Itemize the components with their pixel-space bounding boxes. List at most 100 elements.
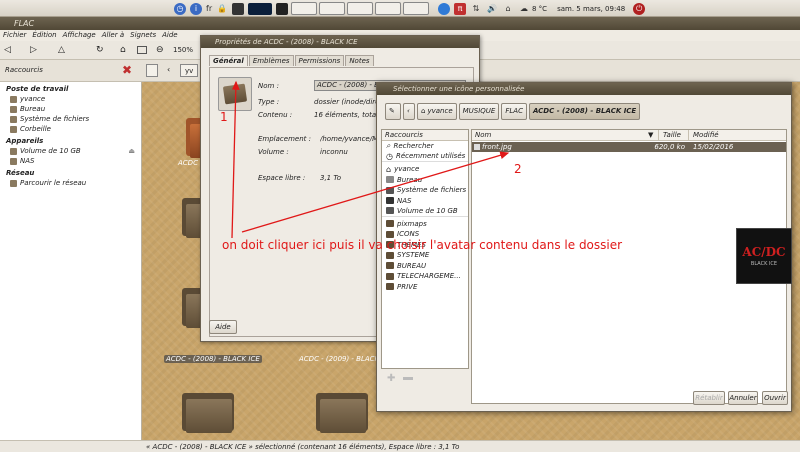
back-icon[interactable]: ◁ <box>4 45 11 55</box>
icon-chooser-titlebar[interactable]: Sélectionner une icône personnalisée <box>377 83 791 95</box>
task-button[interactable] <box>403 2 429 15</box>
folder-icon-button[interactable] <box>218 77 252 111</box>
sidebar-item-bureau[interactable]: Bureau <box>0 104 141 114</box>
sidebar-item-network[interactable]: Parcourir le réseau <box>0 178 141 188</box>
edit-location-icon[interactable] <box>146 64 158 77</box>
power-icon[interactable]: ⏻ <box>633 2 646 15</box>
home-icon: ⌂ <box>421 107 426 115</box>
desktop-icon <box>386 176 394 184</box>
place-nas[interactable]: NAS <box>382 196 468 207</box>
path-button-current[interactable]: ACDC - (2008) - BLACK ICE <box>528 103 641 120</box>
drive-icon <box>386 186 394 194</box>
computer-icon[interactable] <box>137 46 147 54</box>
menu-fichier[interactable]: Fichier <box>3 30 26 41</box>
home-icon[interactable]: ⌂ <box>120 45 126 55</box>
clock-text[interactable]: sam. 5 mars, 09:48 <box>557 5 625 13</box>
browser-icon[interactable] <box>438 2 450 15</box>
volume-icon[interactable]: 🔊 <box>486 3 498 15</box>
folder-icon[interactable] <box>312 387 372 433</box>
drive-icon <box>386 207 394 215</box>
tab-emblems[interactable]: Emblèmes <box>248 55 294 66</box>
task-button[interactable] <box>375 2 401 15</box>
scroll-left-icon[interactable]: ‹ <box>167 65 170 74</box>
file-modified: 15/02/2016 <box>693 143 734 151</box>
home-icon <box>10 95 17 103</box>
location-crumb[interactable]: yv <box>180 64 199 77</box>
forward-icon[interactable]: ▷ <box>30 45 37 55</box>
column-modified[interactable]: Modifié <box>688 130 719 140</box>
clock-icon: ◷ <box>386 151 393 161</box>
place-bookmark[interactable]: TELECHARGEME... <box>382 271 468 282</box>
path-button-musique[interactable]: MUSIQUE <box>458 103 500 120</box>
reset-button: Rétablir <box>693 391 725 405</box>
task-button[interactable] <box>291 2 317 15</box>
close-sidebar-icon[interactable]: ✖ <box>122 63 132 77</box>
place-recent[interactable]: ◷ Récemment utilisés <box>382 151 468 162</box>
folder-label-selected[interactable]: ACDC - (2008) - BLACK ICE <box>164 355 262 363</box>
sidebar-places: Poste de travail yvance Bureau Système d… <box>0 82 142 440</box>
sort-indicator-icon: ▼ <box>648 131 654 139</box>
tab-permissions[interactable]: Permissions <box>294 55 345 66</box>
monitor-icon[interactable] <box>232 2 245 15</box>
up-icon[interactable]: △ <box>58 45 65 55</box>
place-search[interactable]: ⌕ Rechercher <box>382 141 468 152</box>
home-icon: ⌂ <box>386 164 392 174</box>
task-button[interactable] <box>347 2 373 15</box>
sidebar-selector[interactable]: Raccourcis <box>5 66 43 74</box>
place-home[interactable]: ⌂ yvance <box>382 164 468 175</box>
image-file-icon <box>474 144 480 150</box>
open-button[interactable]: Ouvrir <box>762 391 788 405</box>
info-icon[interactable]: i <box>190 2 202 15</box>
help-button[interactable]: Aide <box>209 320 237 334</box>
sidebar-item-nas[interactable]: NAS <box>0 156 141 166</box>
place-desktop[interactable]: Bureau <box>382 175 468 186</box>
path-button-yvance[interactable]: ⌂ yvance <box>417 103 457 120</box>
zoom-out-icon[interactable]: ⊖ <box>156 45 164 55</box>
tab-general[interactable]: Général <box>209 55 248 66</box>
terminal-icon[interactable] <box>276 2 289 15</box>
place-bookmark[interactable]: PRIVE <box>382 282 468 293</box>
place-bookmark[interactable]: BUREAU <box>382 261 468 272</box>
drive-icon <box>10 157 17 165</box>
app-icon[interactable]: π <box>454 2 466 15</box>
menu-aller[interactable]: Aller à <box>102 30 124 41</box>
menu-aide[interactable]: Aide <box>162 30 177 41</box>
sidebar-item-filesystem[interactable]: Système de fichiers <box>0 114 141 124</box>
tab-notes[interactable]: Notes <box>345 55 374 66</box>
place-bookmark[interactable]: pixmaps <box>382 219 468 230</box>
keyboard-layout[interactable]: fr <box>206 3 212 15</box>
edit-path-icon[interactable]: ✎ <box>385 103 401 120</box>
sidebar-item-volume[interactable]: Volume de 10 GB ⏏ <box>0 146 141 156</box>
home-icon[interactable]: ⌂ <box>502 3 514 15</box>
drive-icon <box>386 197 394 205</box>
task-button[interactable] <box>319 2 345 15</box>
cancel-button[interactable]: Annuler <box>728 391 758 405</box>
sidebar-item-trash[interactable]: Corbeille <box>0 124 141 134</box>
menu-signets[interactable]: Signets <box>130 30 156 41</box>
column-size[interactable]: Taille <box>658 130 688 140</box>
folder-icon <box>222 83 248 105</box>
clock-icon[interactable]: ◷ <box>174 2 186 15</box>
file-manager-titlebar[interactable]: FLAC <box>0 17 800 30</box>
network-icon[interactable]: ⇅ <box>470 3 482 15</box>
cpu-graph[interactable] <box>248 2 273 15</box>
file-row-selected[interactable]: front.jpg 620,0 ko 15/02/2016 <box>472 142 786 152</box>
sidebar-item-yvance[interactable]: yvance <box>0 94 141 104</box>
column-name[interactable]: Nom <box>472 130 648 140</box>
place-volume[interactable]: Volume de 10 GB <box>382 206 468 217</box>
annotation-instruction: on doit cliquer ici puis il va choisir l… <box>222 238 623 252</box>
places-header: Raccourcis <box>382 130 468 141</box>
lock-icon[interactable]: 🔒 <box>216 3 228 15</box>
place-filesystem[interactable]: Système de fichiers <box>382 185 468 196</box>
folder-icon <box>386 272 394 280</box>
add-place-icon: ✚ <box>387 373 396 384</box>
menu-affichage[interactable]: Affichage <box>63 30 96 41</box>
properties-titlebar[interactable]: Propriétés de ACDC - (2008) - BLACK ICE <box>201 36 479 48</box>
path-scroll-left[interactable]: ‹ <box>403 103 415 120</box>
search-icon: ⌕ <box>386 141 391 151</box>
menu-edition[interactable]: Édition <box>32 30 56 41</box>
folder-icon[interactable] <box>178 387 238 433</box>
path-button-flac[interactable]: FLAC <box>501 103 527 120</box>
reload-icon[interactable]: ↻ <box>96 45 104 55</box>
eject-icon[interactable]: ⏏ <box>128 147 135 155</box>
